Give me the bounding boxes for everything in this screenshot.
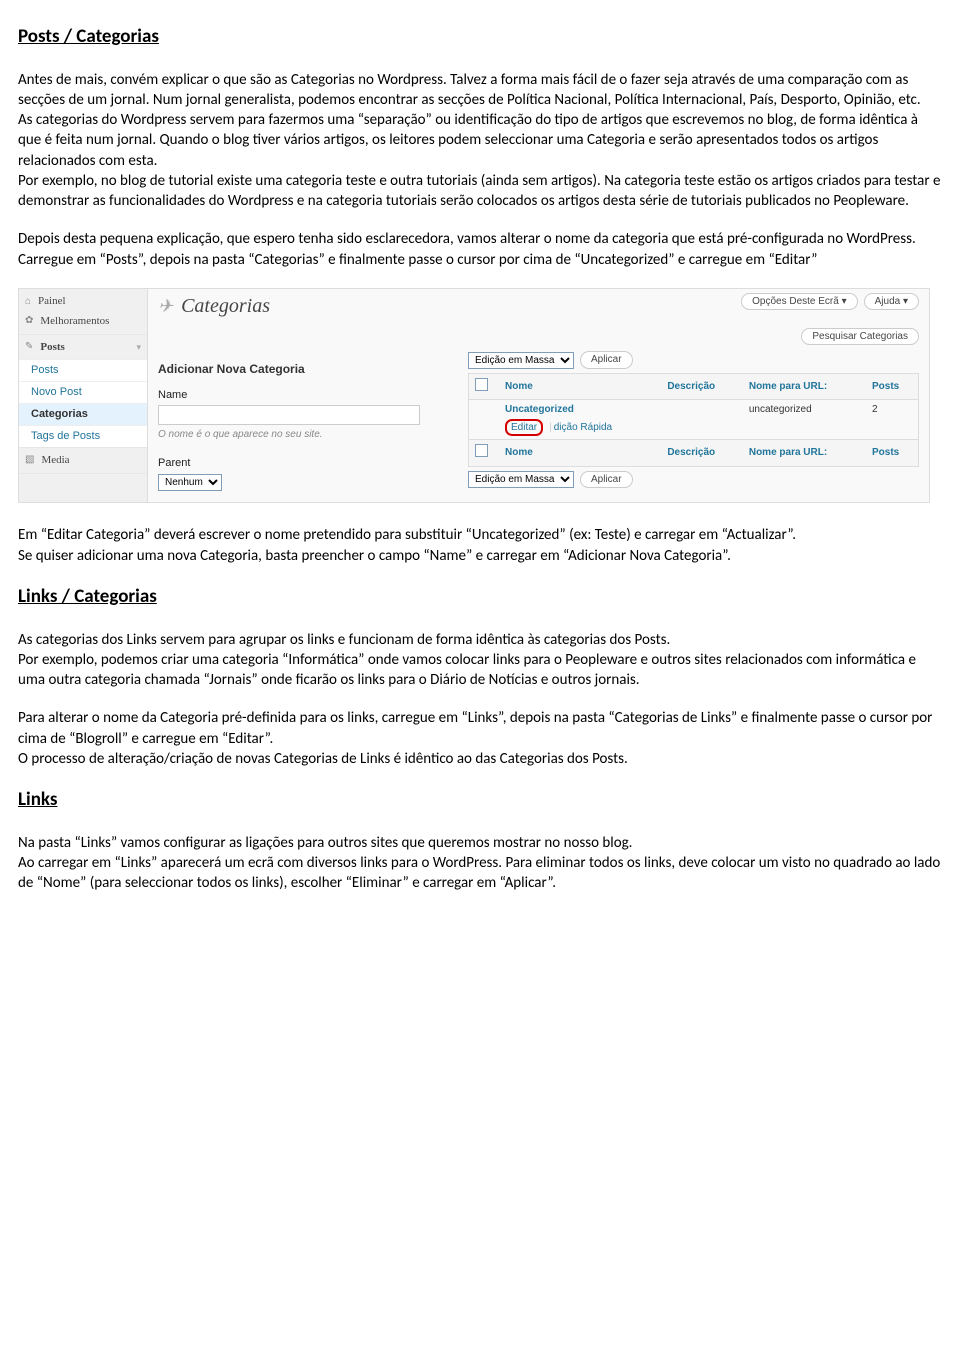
chevron-down-icon: ▾ [136,341,141,353]
name-input[interactable] [158,405,420,425]
sidebar-item-melhoramentos[interactable]: ✿ Melhoramentos [19,314,147,334]
wp-sidebar: ⌂ Painel ✿ Melhoramentos ✎ Posts ▾ Posts… [19,289,148,503]
sidebar-item-posts[interactable]: ✎ Posts ▾ [19,335,147,360]
add-category-heading: Adicionar Nova Categoria [158,361,438,377]
paragraph-links-cat-2: Para alterar o nome da Categoria pré-def… [18,708,942,769]
sidebar-sub-categorias[interactable]: Categorias [19,403,147,425]
wp-screenshot: ⌂ Painel ✿ Melhoramentos ✎ Posts ▾ Posts… [18,288,930,504]
paragraph-intro: Antes de mais, convém explicar o que são… [18,70,942,212]
gear-icon: ✿ [25,314,33,328]
parent-label: Parent [158,456,438,471]
category-count[interactable]: 2 [866,400,919,440]
select-all-checkbox-bottom[interactable] [475,444,488,457]
categories-table: Nome Descrição Nome para URL: Posts Unca… [468,373,919,467]
parent-select[interactable]: Nenhum [158,474,222,491]
pin-icon: ✎ [25,340,33,354]
quick-edit-link[interactable]: dição Rápida [554,422,612,433]
edit-link-highlighted[interactable]: Editar [505,419,543,437]
name-help-text: O nome é o que aparece no seu site. [158,428,438,442]
sidebar-sub-novo-post[interactable]: Novo Post [19,381,147,403]
sidebar-item-painel[interactable]: ⌂ Painel [19,289,147,314]
bulk-action-select-bottom[interactable]: Edição em Massa [468,471,574,488]
sidebar-sub-tags[interactable]: Tags de Posts [19,425,147,447]
paragraph-after-screenshot: Em “Editar Categoria” deverá escrever o … [18,525,942,566]
heading-links: Links [18,787,942,813]
sidebar-item-media[interactable]: ▧ Media [19,448,147,473]
apply-button-top[interactable]: Aplicar [580,351,633,369]
home-icon: ⌂ [25,295,31,309]
col-nome[interactable]: Nome [499,373,661,400]
table-row: Uncategorized Editar|dição Rápida uncate… [469,400,919,440]
heading-links-categorias: Links / Categorias [18,584,942,610]
media-icon: ▧ [25,453,34,467]
paragraph-links: Na pasta “Links” vamos configurar as lig… [18,833,942,894]
select-all-checkbox-top[interactable] [475,378,488,391]
sidebar-sub-posts[interactable]: Posts [19,359,147,381]
search-categories-button[interactable]: Pesquisar Categorias [801,328,919,346]
name-label: Name [158,388,438,403]
pushpin-icon: ✈ [158,294,173,318]
paragraph-links-cat-1: As categorias dos Links servem para agru… [18,630,942,691]
paragraph-instructions-1: Depois desta pequena explicação, que esp… [18,229,942,270]
screen-options-button[interactable]: Opções Deste Ecrã ▾ [741,293,858,311]
col-posts[interactable]: Posts [866,373,919,400]
category-name-link[interactable]: Uncategorized [505,404,574,415]
heading-posts-categorias: Posts / Categorias [18,24,942,50]
help-button[interactable]: Ajuda ▾ [864,293,919,311]
bulk-action-select[interactable]: Edição em Massa [468,352,574,369]
col-descricao[interactable]: Descrição [661,373,743,400]
category-slug: uncategorized [743,400,866,440]
col-url[interactable]: Nome para URL: [743,373,866,400]
apply-button-bottom[interactable]: Aplicar [580,471,633,489]
